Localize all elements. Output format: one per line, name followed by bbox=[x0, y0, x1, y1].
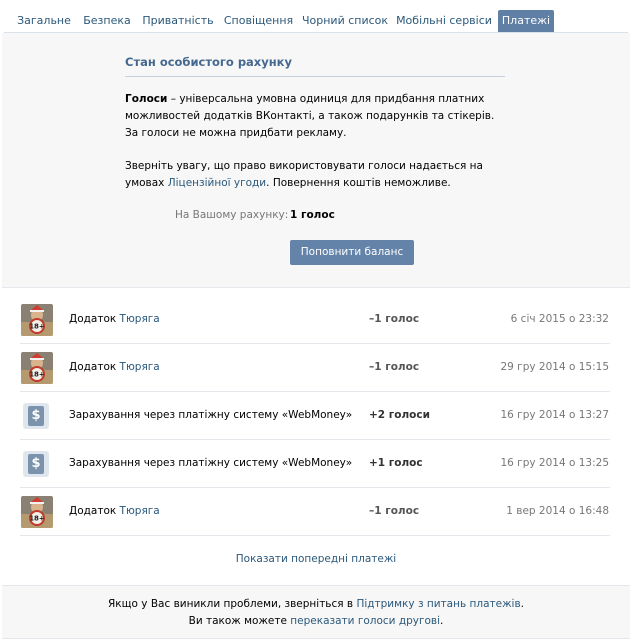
transaction-amount: +1 голос bbox=[369, 457, 423, 469]
transaction-description-text: Зарахування через платіжну систему «WebM… bbox=[69, 409, 353, 421]
transaction-description-text: Зарахування через платіжну систему «WebM… bbox=[69, 457, 353, 469]
account-panel: Стан особистого рахунку Голоси – універс… bbox=[2, 33, 630, 288]
transaction-amount: –1 голос bbox=[369, 313, 420, 325]
balance-value: 1 голос bbox=[290, 209, 335, 221]
transaction-description: Додаток Тюряга bbox=[69, 313, 160, 325]
transaction-description: Додаток Тюряга bbox=[69, 361, 160, 373]
transaction-description-text: Додаток bbox=[69, 361, 120, 373]
transactions-list: 18+ Додаток Тюряга –1 голос 6 січ 2015 о 23… bbox=[20, 296, 610, 536]
transaction-row: 18+ Додаток Тюряга –1 голос 1 вер 2014 о 16… bbox=[20, 488, 610, 536]
app-avatar[interactable]: 18+ bbox=[21, 496, 53, 528]
dollar-icon: $ bbox=[23, 451, 49, 477]
transaction-description: Зарахування через платіжну систему «WebM… bbox=[69, 457, 352, 469]
transaction-date: 16 гру 2014 о 13:27 bbox=[500, 409, 609, 421]
balance-label: На Вашому рахунку: bbox=[175, 209, 289, 221]
transfer-votes-link[interactable]: переказати голоси другові bbox=[290, 615, 440, 627]
transaction-row: $ Зарахування через платіжну систему «Web… bbox=[20, 392, 610, 440]
transaction-date: 1 вер 2014 о 16:48 bbox=[506, 505, 609, 517]
transaction-description: Додаток Тюряга bbox=[69, 505, 160, 517]
transfer-notice-text: Ви також можете bbox=[188, 615, 291, 627]
transaction-amount: +2 голоси bbox=[369, 409, 430, 421]
transaction-row: 18+ Додаток Тюряга –1 голос 29 гру 2014 о 1… bbox=[20, 344, 610, 392]
tab-notifications[interactable]: Сповіщення bbox=[221, 10, 296, 33]
show-previous-payments-link[interactable]: Показати попередні платежі bbox=[0, 553, 632, 565]
tab-privacy[interactable]: Приватність bbox=[140, 10, 216, 33]
transaction-amount: –1 голос bbox=[369, 505, 420, 517]
transaction-date: 29 гру 2014 о 15:15 bbox=[500, 361, 609, 373]
payments-support-link[interactable]: Підтримку з питань платежів bbox=[356, 598, 520, 610]
svg-text:18+: 18+ bbox=[29, 515, 45, 523]
app-link[interactable]: Тюряга bbox=[120, 313, 160, 325]
license-agreement-link[interactable]: Ліцензійної угоди bbox=[168, 177, 266, 189]
app-link[interactable]: Тюряга bbox=[120, 505, 160, 517]
tab-mobile-services[interactable]: Мобільні сервіси bbox=[394, 10, 494, 33]
transaction-amount: –1 голос bbox=[369, 361, 420, 373]
account-title: Стан особистого рахунку bbox=[125, 55, 505, 77]
payments-footer: Якщо у Вас виникли проблеми, зверніться … bbox=[2, 585, 630, 639]
app-avatar[interactable]: 18+ bbox=[21, 352, 53, 384]
transfer-notice-dot: . bbox=[440, 615, 444, 627]
transaction-description-text: Додаток bbox=[69, 505, 120, 517]
tab-payments[interactable]: Платежі bbox=[498, 10, 554, 33]
votes-description-text: – універсальна умовна одиниця для придба… bbox=[125, 93, 495, 139]
votes-description: Голоси – універсальна умовна одиниця для… bbox=[125, 91, 510, 142]
license-notice: Зверніть увагу, що право використовувати… bbox=[125, 158, 510, 192]
app-avatar[interactable]: 18+ bbox=[21, 304, 53, 336]
support-notice-text: Якщо у Вас виникли проблеми, зверніться … bbox=[107, 598, 357, 610]
dollar-icon: $ bbox=[23, 403, 49, 429]
transaction-description: Зарахування через платіжну систему «WebM… bbox=[69, 409, 352, 421]
transaction-date: 6 січ 2015 о 23:32 bbox=[510, 313, 609, 325]
svg-text:18+: 18+ bbox=[29, 371, 45, 379]
transaction-description-text: Додаток bbox=[69, 313, 120, 325]
tab-blacklist[interactable]: Чорний список bbox=[301, 10, 389, 33]
app-link[interactable]: Тюряга bbox=[120, 361, 160, 373]
tab-general[interactable]: Загальне bbox=[14, 10, 74, 33]
votes-term: Голоси bbox=[125, 93, 168, 105]
tab-security[interactable]: Безпека bbox=[79, 10, 135, 33]
svg-text:18+: 18+ bbox=[29, 323, 45, 331]
settings-tabs: Загальне Безпека Приватність Сповіщення … bbox=[0, 0, 632, 33]
transaction-date: 16 гру 2014 о 13:25 bbox=[500, 457, 609, 469]
support-notice: Якщо у Вас виникли проблеми, зверніться … bbox=[2, 596, 630, 613]
transfer-notice: Ви також можете переказати голоси другов… bbox=[2, 613, 630, 630]
transaction-row: 18+ Додаток Тюряга –1 голос 6 січ 2015 о 23… bbox=[20, 296, 610, 344]
top-up-balance-button[interactable]: Поповнити баланс bbox=[290, 240, 414, 265]
support-notice-dot: . bbox=[520, 598, 524, 610]
license-notice-text-end: . Повернення коштів неможливе. bbox=[266, 177, 451, 189]
transaction-row: $ Зарахування через платіжну систему «Web… bbox=[20, 440, 610, 488]
